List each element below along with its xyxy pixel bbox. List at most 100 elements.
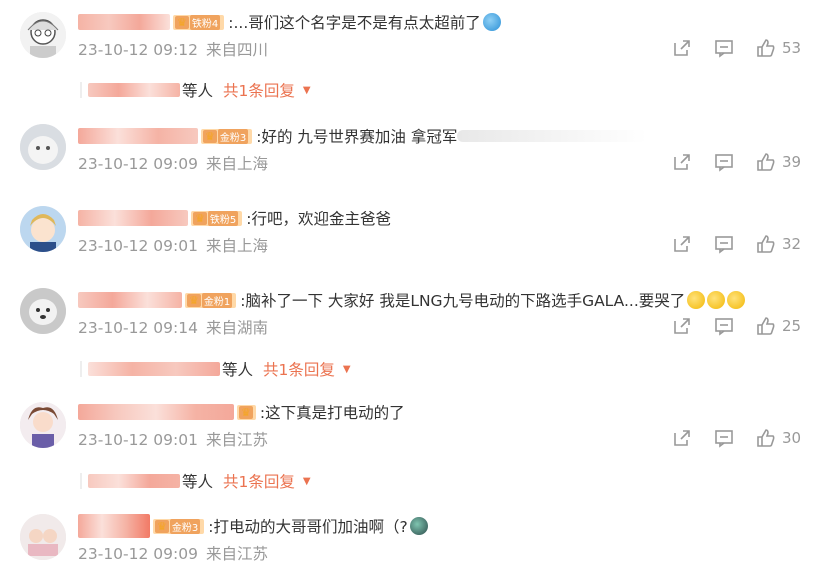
fan-badge[interactable]: ♛ 金粉3 — [201, 128, 253, 144]
comment-time: 23-10-12 09:12 — [78, 41, 198, 59]
comment-meta: 23-10-12 09:01 来自上海 — [78, 234, 268, 256]
share-button[interactable] — [672, 150, 692, 174]
like-icon — [757, 429, 775, 447]
comment-text: :行吧，欢迎金主爸爸 — [246, 210, 391, 228]
reply-divider — [80, 82, 82, 98]
comment-text: :这下真是打电动的了 — [259, 404, 405, 422]
share-button[interactable] — [672, 36, 692, 60]
share-icon — [674, 430, 690, 446]
fan-badge[interactable]: ♛ 铁粉5 — [191, 210, 243, 226]
reply-divider — [80, 473, 82, 489]
crown-icon: ♛ — [155, 519, 169, 533]
faded-text-overlay — [457, 130, 648, 142]
comment-item: ♛ :这下真是打电动的了 23-10-12 09:01 来自江苏 30 等人 共1… — [0, 400, 821, 496]
triangle-down-icon: ▼ — [302, 475, 311, 487]
like-count: 32 — [782, 235, 802, 253]
comment-location: 来自上海 — [205, 155, 268, 173]
like-icon — [757, 317, 775, 335]
share-button[interactable] — [672, 314, 692, 338]
like-button[interactable]: 53 — [756, 36, 801, 60]
crown-icon: ♛ — [239, 405, 253, 419]
comment-location: 来自上海 — [205, 237, 268, 255]
comment-time: 23-10-12 09:14 — [78, 319, 198, 337]
fan-badge[interactable]: ♛ 金粉3 — [153, 518, 205, 534]
like-count: 39 — [782, 153, 802, 171]
triangle-down-icon: ▼ — [302, 84, 311, 96]
share-icon — [674, 236, 690, 252]
like-icon — [757, 153, 775, 171]
username-blurred[interactable] — [78, 128, 198, 144]
avatar[interactable] — [20, 206, 66, 252]
emoji-icon — [707, 291, 726, 309]
reply-count-link[interactable]: 共1条回复 — [223, 470, 295, 492]
reply-summary[interactable]: 等人 共1条回复 ▼ — [80, 470, 311, 492]
fan-badge[interactable]: ♛ 金粉1 — [185, 292, 237, 308]
comment-meta: 23-10-12 09:09 来自上海 — [78, 152, 268, 174]
comment-time: 23-10-12 09:09 — [78, 545, 198, 563]
comment-location: 来自江苏 — [205, 545, 268, 563]
emoji-icon — [727, 291, 746, 309]
comment-location: 来自四川 — [205, 41, 268, 59]
comment-meta: 23-10-12 09:09 来自江苏 — [78, 542, 268, 564]
like-button[interactable]: 32 — [756, 232, 801, 256]
crown-icon: ♛ — [203, 129, 217, 143]
avatar[interactable] — [20, 402, 66, 448]
reply-summary[interactable]: 等人 共1条回复 ▼ — [80, 358, 351, 380]
comment-meta: 23-10-12 09:14 来自湖南 — [78, 316, 268, 338]
comment-item: ♛ 铁粉5 :行吧，欢迎金主爸爸 23-10-12 09:01 来自上海 32 — [0, 206, 821, 276]
reply-dengren: 等人 — [182, 82, 214, 100]
share-icon — [674, 154, 690, 170]
username-blurred[interactable] — [78, 14, 170, 30]
comment-icon — [715, 318, 733, 336]
like-icon — [757, 235, 775, 253]
avatar[interactable] — [20, 288, 66, 334]
comment-button[interactable] — [714, 314, 734, 338]
comment-meta: 23-10-12 09:01 来自江苏 — [78, 428, 268, 450]
like-button[interactable]: 39 — [756, 150, 801, 174]
emoji-icon — [482, 13, 501, 31]
comment-item: ♛ 铁粉4 :...哥们这个名字是不是有点太超前了 23-10-12 09:12 来… — [0, 10, 821, 110]
comment-button[interactable] — [714, 426, 734, 450]
emoji-icon — [409, 517, 428, 535]
username-blurred[interactable] — [78, 292, 182, 308]
comment-time: 23-10-12 09:01 — [78, 431, 198, 449]
share-button[interactable] — [672, 426, 692, 450]
reply-dengren: 等人 — [182, 473, 214, 491]
fan-badge[interactable]: ♛ 铁粉4 — [173, 14, 225, 30]
comment-location: 来自江苏 — [205, 431, 268, 449]
reply-count-link[interactable]: 共1条回复 — [263, 358, 335, 380]
comment-meta: 23-10-12 09:12 来自四川 — [78, 38, 268, 60]
comment-text: :脑补了一下 大家好 我是LNG九号电动的下路选手GALA...要哭了 — [240, 292, 686, 310]
comment-button[interactable] — [714, 150, 734, 174]
comment-text: :好的 九号世界赛加油 拿冠军 — [256, 128, 458, 146]
avatar[interactable] — [20, 12, 66, 58]
share-icon — [674, 318, 690, 334]
comment-text: :打电动的大哥哥们加油啊（? — [208, 518, 408, 536]
crown-icon: ♛ — [193, 211, 207, 225]
triangle-down-icon: ▼ — [342, 363, 351, 375]
reply-username-blurred — [88, 474, 180, 488]
share-button[interactable] — [672, 232, 692, 256]
crown-icon: ♛ — [175, 15, 189, 29]
comment-button[interactable] — [714, 36, 734, 60]
comment-text: :...哥们这个名字是不是有点太超前了 — [228, 14, 481, 32]
like-count: 53 — [782, 39, 802, 57]
avatar[interactable] — [20, 514, 66, 560]
reply-summary[interactable]: 等人 共1条回复 ▼ — [80, 79, 311, 101]
comment-icon — [715, 430, 733, 448]
reply-count-link[interactable]: 共1条回复 — [223, 79, 295, 101]
comment-button[interactable] — [714, 232, 734, 256]
username-blurred[interactable] — [78, 514, 150, 538]
like-icon — [757, 39, 775, 57]
username-blurred[interactable] — [78, 404, 234, 420]
comment-time: 23-10-12 09:01 — [78, 237, 198, 255]
fan-badge[interactable]: ♛ — [237, 404, 256, 420]
avatar[interactable] — [20, 124, 66, 170]
comment-item: ♛ 金粉1 :脑补了一下 大家好 我是LNG九号电动的下路选手GALA...要哭了… — [0, 288, 821, 380]
reply-divider — [80, 361, 82, 377]
comment-time: 23-10-12 09:09 — [78, 155, 198, 173]
share-icon — [674, 40, 690, 56]
like-button[interactable]: 25 — [756, 314, 801, 338]
like-button[interactable]: 30 — [756, 426, 801, 450]
username-blurred[interactable] — [78, 210, 188, 226]
